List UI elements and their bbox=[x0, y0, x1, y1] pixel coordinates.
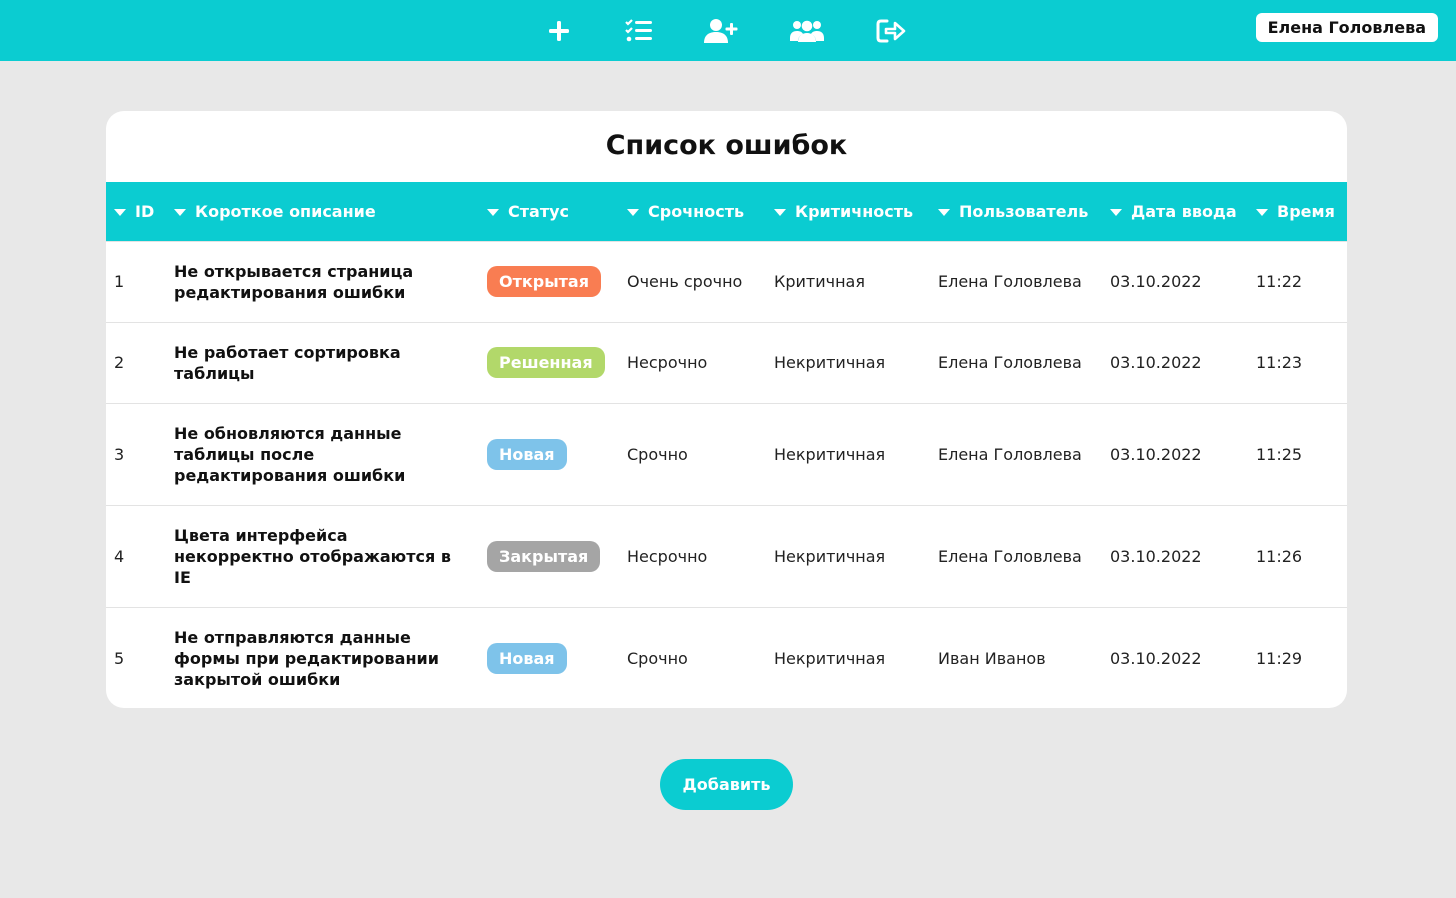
page-title: Список ошибок bbox=[605, 130, 848, 161]
table-row[interactable]: 1 Не открывается страница редактирования… bbox=[106, 241, 1347, 322]
cell-user: Елена Головлева bbox=[938, 272, 1082, 291]
nav-icons bbox=[538, 0, 912, 61]
sort-caret-icon bbox=[487, 208, 499, 216]
cell-criticality: Некритичная bbox=[774, 546, 886, 566]
cell-status: Закрытая bbox=[479, 505, 619, 607]
sort-caret-icon bbox=[1256, 208, 1268, 216]
status-badge: Решенная bbox=[487, 347, 605, 378]
users-button[interactable] bbox=[786, 10, 828, 52]
cell-criticality: Некритичная bbox=[774, 648, 886, 668]
cell-status: Открытая bbox=[479, 241, 619, 322]
sort-caret-icon bbox=[938, 208, 950, 216]
status-badge: Открытая bbox=[487, 266, 601, 297]
cell-urgency: Несрочно bbox=[627, 546, 708, 566]
cell-urgency: Срочно bbox=[627, 648, 688, 668]
column-header-time[interactable]: Время bbox=[1248, 182, 1347, 241]
cell-description: Не открывается страница редактирования о… bbox=[174, 261, 414, 302]
cell-user: Елена Головлева bbox=[938, 546, 1082, 566]
current-user-badge[interactable]: Елена Головлева bbox=[1255, 13, 1438, 42]
cell-id: 2 bbox=[114, 353, 125, 372]
cell-time: 11:22 bbox=[1256, 272, 1303, 291]
sort-caret-icon bbox=[174, 208, 186, 216]
column-header-label: Пользователь bbox=[959, 201, 1089, 221]
table-row[interactable]: 5 Не отправляются данные формы при редак… bbox=[106, 607, 1347, 708]
cell-status: Новая bbox=[479, 607, 619, 708]
add-icon bbox=[549, 20, 569, 41]
table-header-row: ID Короткое описание Статус Срочность Кр… bbox=[106, 182, 1347, 241]
status-badge: Новая bbox=[487, 642, 567, 674]
cell-id: 4 bbox=[114, 546, 125, 566]
cell-criticality: Некритичная bbox=[774, 353, 886, 372]
cell-criticality: Некритичная bbox=[774, 444, 886, 464]
task-list-icon bbox=[625, 18, 652, 41]
column-header-label: Время bbox=[1277, 201, 1335, 221]
table-row[interactable]: 4 Цвета интерфейса некорректно отображаю… bbox=[106, 505, 1347, 607]
sort-caret-icon bbox=[1110, 208, 1122, 216]
cell-criticality: Критичная bbox=[774, 272, 865, 291]
cell-user: Елена Головлева bbox=[938, 353, 1082, 372]
logout-icon bbox=[876, 19, 906, 42]
cell-status: Решенная bbox=[479, 322, 619, 403]
column-header-label: Дата ввода bbox=[1131, 201, 1237, 221]
cell-description: Не отправляются данные формы при редакти… bbox=[174, 627, 439, 689]
sort-caret-icon bbox=[114, 208, 126, 216]
table-row[interactable]: 3 Не обновляются данные таблицы после ре… bbox=[106, 403, 1347, 505]
column-header-label: Короткое описание bbox=[195, 201, 376, 221]
cell-urgency: Очень срочно bbox=[627, 272, 743, 291]
table-row[interactable]: 2 Не работает сортировка таблицы Решенна… bbox=[106, 322, 1347, 403]
column-header-id[interactable]: ID bbox=[106, 182, 166, 241]
add-button[interactable]: Добавить bbox=[660, 759, 793, 810]
column-header-date[interactable]: Дата ввода bbox=[1102, 182, 1248, 241]
logout-button[interactable] bbox=[870, 10, 912, 52]
column-header-status[interactable]: Статус bbox=[479, 182, 619, 241]
cell-date: 03.10.2022 bbox=[1110, 272, 1202, 291]
cell-id: 5 bbox=[114, 648, 125, 668]
cell-user: Елена Головлева bbox=[938, 444, 1082, 464]
cell-time: 11:26 bbox=[1256, 546, 1303, 566]
column-header-label: ID bbox=[135, 201, 155, 221]
column-header-description[interactable]: Короткое описание bbox=[166, 182, 479, 241]
cell-description: Не работает сортировка таблицы bbox=[174, 342, 401, 383]
cell-time: 11:23 bbox=[1256, 353, 1303, 372]
cell-status: Новая bbox=[479, 403, 619, 505]
cell-date: 03.10.2022 bbox=[1110, 444, 1202, 464]
cell-description: Не обновляются данные таблицы после реда… bbox=[174, 423, 406, 485]
cell-id: 3 bbox=[114, 444, 125, 464]
column-header-urgency[interactable]: Срочность bbox=[619, 182, 766, 241]
cell-urgency: Несрочно bbox=[627, 353, 708, 372]
cell-date: 03.10.2022 bbox=[1110, 546, 1202, 566]
column-header-label: Критичность bbox=[795, 201, 914, 221]
bug-list-card: Список ошибок ID Короткое описание Стату… bbox=[106, 111, 1347, 708]
cell-date: 03.10.2022 bbox=[1110, 353, 1202, 372]
add-user-button[interactable] bbox=[700, 10, 742, 52]
bug-list-button[interactable] bbox=[618, 10, 660, 52]
status-badge: Закрытая bbox=[487, 540, 601, 572]
add-user-icon bbox=[704, 18, 738, 43]
column-header-criticality[interactable]: Критичность bbox=[766, 182, 930, 241]
column-header-label: Статус bbox=[508, 201, 569, 221]
sort-caret-icon bbox=[774, 208, 786, 216]
bug-table: ID Короткое описание Статус Срочность Кр… bbox=[106, 182, 1347, 708]
cell-description: Цвета интерфейса некорректно отображаютс… bbox=[174, 525, 451, 587]
cell-urgency: Срочно bbox=[627, 444, 688, 464]
top-bar: Елена Головлева bbox=[0, 0, 1456, 61]
status-badge: Новая bbox=[487, 438, 567, 470]
cell-time: 11:29 bbox=[1256, 648, 1303, 668]
cell-id: 1 bbox=[114, 272, 125, 291]
add-bug-button[interactable] bbox=[538, 10, 580, 52]
users-icon bbox=[790, 20, 824, 42]
cell-time: 11:25 bbox=[1256, 444, 1303, 464]
column-header-label: Срочность bbox=[648, 201, 745, 221]
sort-caret-icon bbox=[627, 208, 639, 216]
cell-date: 03.10.2022 bbox=[1110, 648, 1202, 668]
cell-user: Иван Иванов bbox=[938, 648, 1046, 668]
column-header-user[interactable]: Пользователь bbox=[930, 182, 1102, 241]
